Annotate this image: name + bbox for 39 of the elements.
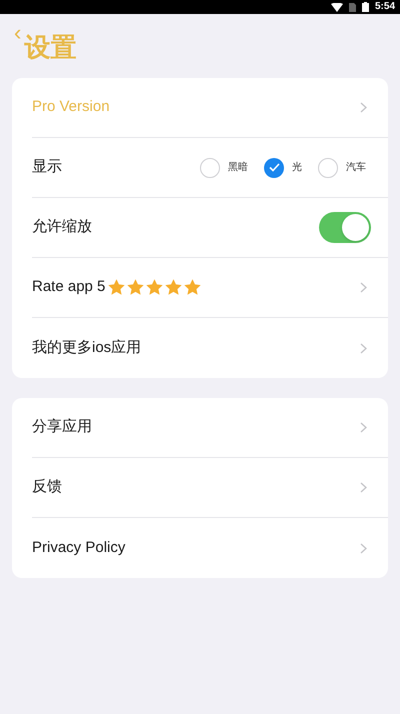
row-label: 反馈 — [32, 477, 62, 498]
star-icon — [107, 278, 126, 297]
chevron-icon — [360, 342, 367, 354]
chevron-icon — [360, 282, 367, 293]
radio-button[interactable] — [200, 158, 220, 178]
row-label: Pro Version — [32, 97, 110, 118]
option-label: 汽车 — [346, 160, 366, 175]
chevron-icon — [360, 542, 367, 554]
check-icon — [268, 163, 280, 172]
star-icon — [145, 278, 164, 297]
row-label: Privacy Policy — [32, 538, 126, 558]
battery-icon — [362, 2, 369, 12]
radio-button[interactable] — [264, 158, 284, 178]
row-label: 分享应用 — [32, 417, 92, 438]
chevron-icon — [360, 422, 367, 433]
star-icon — [126, 278, 146, 297]
no-sim-icon — [348, 2, 356, 12]
chevron-icon — [360, 102, 367, 113]
settings-row[interactable]: 分享应用 — [32, 398, 388, 458]
star-icon — [183, 278, 202, 297]
settings-row[interactable]: 允许缩放 — [32, 198, 388, 258]
row-label: 我的更多ios应用 — [32, 338, 142, 358]
row-label: 显示 — [32, 157, 62, 178]
radio-button[interactable] — [318, 158, 338, 178]
settings-row[interactable]: 显示 黑暗 光 汽车 — [32, 138, 388, 198]
row-label: 允许缩放 — [32, 217, 92, 238]
settings-row[interactable]: 我的更多ios应用 — [32, 318, 388, 378]
option-label: 光 — [292, 160, 302, 175]
row-label: Rate app 5 — [32, 277, 106, 298]
settings-row[interactable]: Privacy Policy — [32, 518, 388, 578]
wifi-icon — [330, 2, 343, 12]
chevron-icon — [360, 482, 367, 493]
clock: 5:54 — [374, 2, 395, 12]
star-icon — [164, 278, 184, 297]
option-label: 黑暗 — [228, 160, 248, 175]
settings-row[interactable]: 反馈 — [32, 458, 388, 518]
page-title: 设置 — [24, 34, 76, 60]
toggle-switch[interactable] — [319, 212, 371, 243]
settings-row[interactable]: Rate app 5 — [32, 258, 388, 318]
